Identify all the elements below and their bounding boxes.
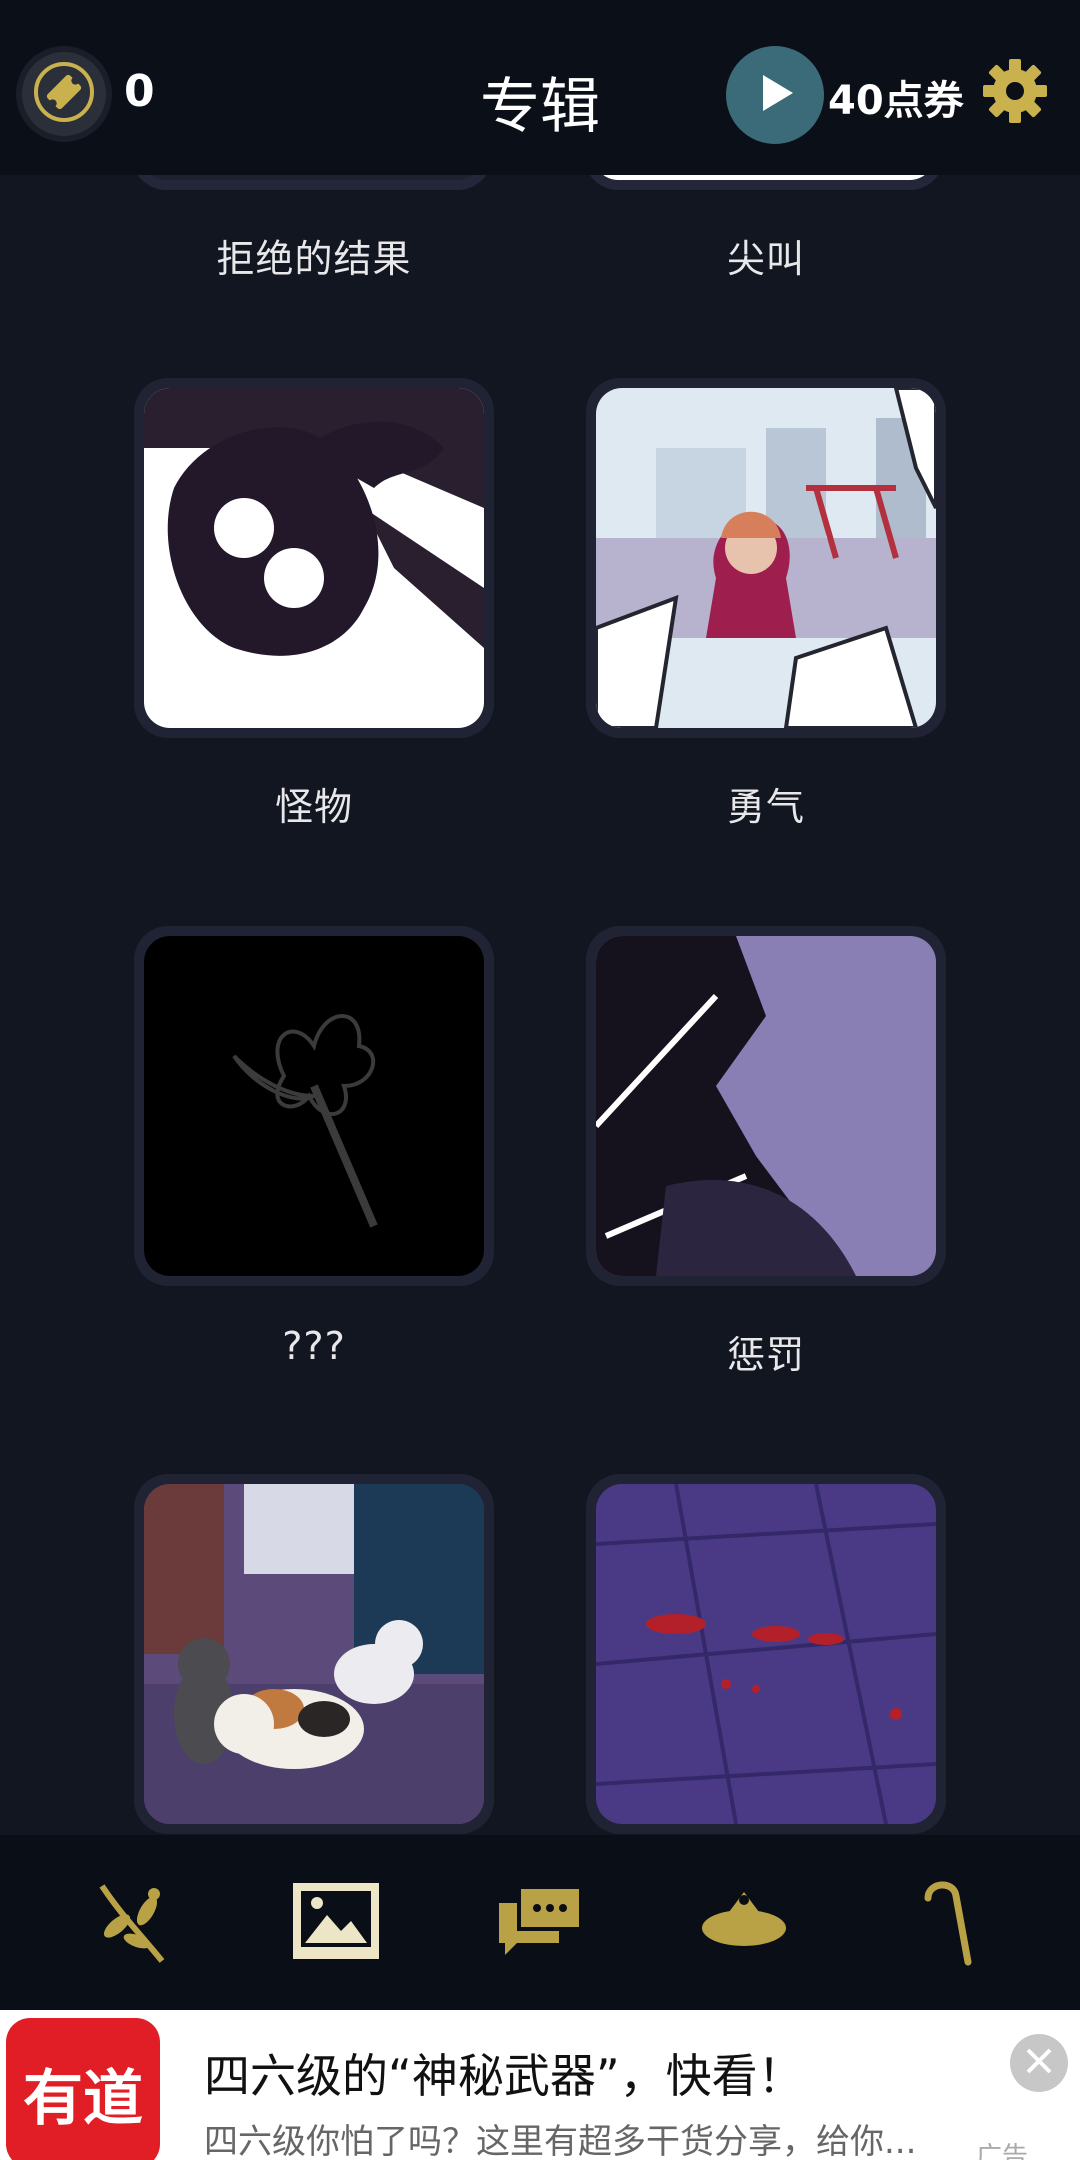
album-label: 勇气 [726, 785, 805, 829]
gear-icon [981, 57, 1049, 129]
album-label: ??? [282, 1324, 346, 1368]
ad-close-button[interactable] [1010, 2034, 1068, 2092]
cats-art [144, 1484, 484, 1824]
album-label: 惩罚 [726, 1333, 805, 1377]
nav-cane[interactable] [888, 1863, 1008, 1983]
play-icon [751, 69, 799, 121]
coupon-label: 40点券 [828, 78, 964, 124]
nav-sprig[interactable] [72, 1863, 192, 1983]
album-card-courage[interactable] [586, 378, 946, 738]
gallery-icon [291, 1881, 381, 1965]
nav-gallery[interactable] [276, 1863, 396, 1983]
album-grid[interactable]: 拒绝的结果 尖叫 怪物 勇气 ??? 惩罚 [0, 0, 1080, 1835]
monster-art [144, 388, 484, 728]
blood-floor-art [596, 1484, 936, 1824]
locked-flower-art [144, 936, 484, 1276]
sprig-icon [92, 1876, 172, 1970]
punishment-art [596, 936, 936, 1276]
album-card-punishment[interactable] [586, 926, 946, 1286]
album-card-locked[interactable] [134, 926, 494, 1286]
album-thumbnail [144, 1484, 484, 1824]
album-card-monster[interactable] [134, 378, 494, 738]
watch-ad-button[interactable] [726, 46, 824, 144]
cane-icon [918, 1876, 978, 1970]
album-thumbnail [596, 936, 936, 1276]
album-thumbnail [144, 936, 484, 1276]
ad-tag: 广告 [976, 2142, 1029, 2160]
bottom-nav [0, 1835, 1080, 2010]
album-label: 怪物 [274, 785, 353, 829]
album-card-blood[interactable] [586, 1474, 946, 1834]
album-label: 拒绝的结果 [216, 237, 412, 281]
album-thumbnail [596, 388, 936, 728]
ad-banner[interactable]: 有道 四六级的“神秘武器”，快看！ 四六级你怕了吗？这里有超多干货分享，给你..… [0, 2010, 1080, 2160]
chat-icon [495, 1881, 585, 1965]
settings-button[interactable] [978, 56, 1052, 130]
nav-hat[interactable] [684, 1863, 804, 1983]
album-thumbnail [144, 388, 484, 728]
album-label: 尖叫 [726, 237, 805, 281]
top-bar: 0 专辑 40点券 [0, 0, 1080, 175]
ad-description[interactable]: 四六级你怕了吗？这里有超多干货分享，给你... [204, 2114, 934, 2160]
album-thumbnail [596, 1484, 936, 1824]
album-screen: 拒绝的结果 尖叫 怪物 勇气 ??? 惩罚 0 专辑 40点券 有道 四六级的“… [0, 0, 1080, 2160]
ad-logo[interactable]: 有道 [6, 2018, 160, 2160]
nav-chat[interactable] [480, 1863, 600, 1983]
ad-title[interactable]: 四六级的“神秘武器”，快看！ [204, 2040, 804, 2106]
album-card-cats[interactable] [134, 1474, 494, 1834]
close-icon [1022, 2044, 1056, 2082]
hat-icon [699, 1886, 789, 1960]
courage-art [596, 388, 936, 728]
